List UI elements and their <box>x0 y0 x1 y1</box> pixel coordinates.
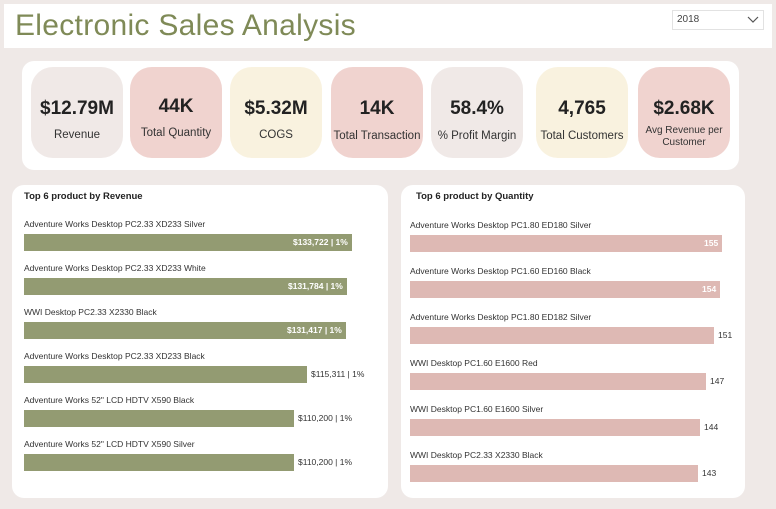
kpi-card-total-transaction: 14K Total Transaction <box>331 67 423 158</box>
header-bar: Electronic Sales Analysis 2018 <box>4 4 772 48</box>
bar[interactable] <box>24 454 294 471</box>
data-label: 154 <box>702 284 717 294</box>
category-label: WWI Desktop PC1.60 E1600 Silver <box>410 404 544 414</box>
bar[interactable] <box>410 419 700 436</box>
page-title: Electronic Sales Analysis <box>15 9 356 42</box>
quantity-chart-panel: Top 6 product by Quantity Adventure Work… <box>401 185 745 498</box>
data-label: 155 <box>704 238 719 248</box>
data-label: 143 <box>702 468 717 478</box>
kpi-card-total-customers: 4,765 Total Customers <box>536 67 628 158</box>
data-label: 151 <box>718 330 733 340</box>
kpi-card-revenue: $12.79M Revenue <box>31 67 123 158</box>
data-label: 144 <box>704 422 719 432</box>
category-label: Adventure Works Desktop PC2.33 XD233 Bla… <box>24 351 205 361</box>
category-label: Adventure Works 52" LCD HDTV X590 Black <box>24 395 195 405</box>
category-label: Adventure Works 52" LCD HDTV X590 Silver <box>24 439 195 449</box>
revenue-chart-panel: Top 6 product by Revenue Adventure Works… <box>12 185 388 498</box>
category-label: Adventure Works Desktop PC1.80 ED182 Sil… <box>410 312 592 322</box>
year-slicer[interactable]: 2018 <box>672 10 764 30</box>
bar[interactable] <box>410 327 714 344</box>
bar[interactable] <box>410 281 720 298</box>
kpi-value: 14K <box>359 98 395 119</box>
kpi-label: Total Transaction <box>333 130 421 142</box>
kpi-card-avg-revenue: $2.68K Avg Revenue per Customer <box>638 67 730 158</box>
category-label: Adventure Works Desktop PC2.33 XD233 Sil… <box>24 219 206 229</box>
kpi-value: 4,765 <box>558 98 606 119</box>
kpi-value: 58.4% <box>450 98 504 119</box>
data-label: $115,311 | 1% <box>311 369 365 379</box>
data-label: $110,200 | 1% <box>298 457 353 467</box>
data-label: $131,417 | 1% <box>287 325 342 335</box>
kpi-label: Avg Revenue per Customer <box>645 125 723 148</box>
kpi-label: Revenue <box>53 129 101 141</box>
kpi-card-total-quantity: 44K Total Quantity <box>130 67 222 158</box>
data-label: 147 <box>710 376 725 386</box>
chart-title: Top 6 product by Quantity <box>416 191 534 202</box>
category-label: Adventure Works Desktop PC1.60 ED160 Bla… <box>410 266 591 276</box>
bar[interactable] <box>24 410 294 427</box>
data-label: $110,200 | 1% <box>298 413 353 423</box>
chevron-down-icon[interactable] <box>747 15 759 25</box>
bar[interactable] <box>24 366 307 383</box>
kpi-label: Total Customers <box>540 130 624 142</box>
category-label: WWI Desktop PC2.33 X2330 Black <box>24 307 157 317</box>
year-slicer-value: 2018 <box>677 14 700 25</box>
kpi-label: Total Quantity <box>140 127 212 139</box>
bar[interactable] <box>410 465 698 482</box>
kpi-card-cogs: $5.32M COGS <box>230 67 322 158</box>
bar[interactable] <box>410 235 722 252</box>
kpi-panel: $12.79M Revenue 44K Total Quantity $5.32… <box>22 61 739 170</box>
chart-title: Top 6 product by Revenue <box>24 191 143 202</box>
kpi-value: 44K <box>158 96 194 117</box>
kpi-card-profit-margin: 58.4% % Profit Margin <box>431 67 523 158</box>
kpi-value: $12.79M <box>40 98 114 119</box>
data-label: $131,784 | 1% <box>288 281 343 291</box>
kpi-value: $2.68K <box>653 98 715 119</box>
data-label: $133,722 | 1% <box>293 237 348 247</box>
category-label: WWI Desktop PC1.60 E1600 Red <box>410 358 538 368</box>
kpi-label: COGS <box>259 129 293 141</box>
category-label: Adventure Works Desktop PC1.80 ED180 Sil… <box>410 220 592 230</box>
bar[interactable] <box>410 373 706 390</box>
kpi-label: % Profit Margin <box>437 130 517 142</box>
kpi-value: $5.32M <box>244 98 308 119</box>
category-label: Adventure Works Desktop PC2.33 XD233 Whi… <box>24 263 206 273</box>
category-label: WWI Desktop PC2.33 X2330 Black <box>410 450 543 460</box>
